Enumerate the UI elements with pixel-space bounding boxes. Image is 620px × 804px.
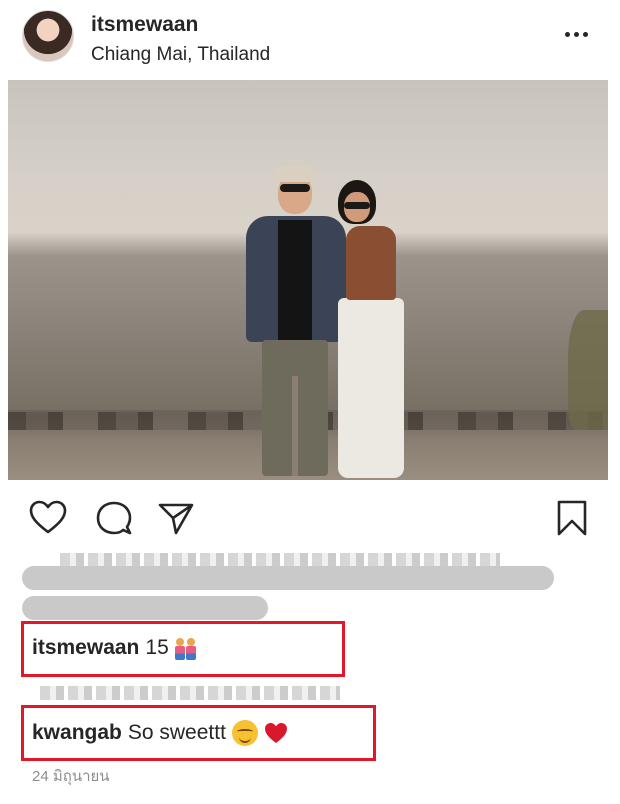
comment-text: So sweettt bbox=[127, 721, 226, 744]
blurred-likes-text bbox=[60, 553, 500, 567]
photo-bush bbox=[568, 310, 608, 430]
post-photo[interactable] bbox=[8, 80, 608, 480]
post-location[interactable]: Chiang Mai, Thailand bbox=[91, 44, 270, 66]
bookmark-icon[interactable] bbox=[552, 498, 592, 538]
photo-person-woman bbox=[330, 180, 410, 480]
more-options-icon[interactable] bbox=[556, 22, 596, 46]
paper-plane-icon[interactable] bbox=[156, 498, 196, 538]
blurred-caption-bar bbox=[22, 596, 268, 620]
post-username[interactable]: itsmewaan bbox=[91, 13, 198, 37]
comment: kwangab So sweettt bbox=[32, 720, 288, 746]
comment-username[interactable]: kwangab bbox=[32, 721, 122, 745]
avatar[interactable] bbox=[22, 10, 74, 62]
red-heart-emoji bbox=[264, 722, 288, 744]
comment-username[interactable]: itsmewaan bbox=[32, 636, 139, 660]
couple-emoji bbox=[174, 636, 196, 660]
heart-outline-icon[interactable] bbox=[28, 498, 68, 538]
blurred-comment-text bbox=[40, 686, 340, 700]
blurred-likes-bar bbox=[22, 566, 554, 590]
comment-icon[interactable] bbox=[94, 498, 134, 538]
post-date: 24 มิถุนายน bbox=[32, 768, 110, 785]
comment-text: 15 bbox=[145, 636, 169, 659]
comment: itsmewaan 15 bbox=[32, 636, 196, 660]
smiling-face-emoji bbox=[231, 720, 258, 746]
post-header: itsmewaan Chiang Mai, Thailand bbox=[0, 0, 620, 80]
action-bar bbox=[0, 492, 620, 542]
